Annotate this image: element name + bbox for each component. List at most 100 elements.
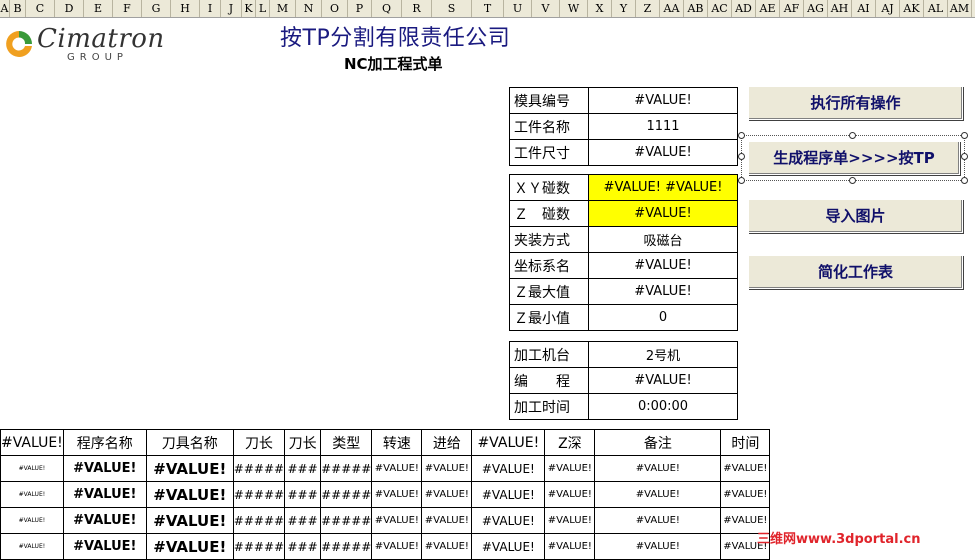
table-cell[interactable]: #VALUE! bbox=[62, 481, 147, 508]
column-letter-f[interactable]: F bbox=[113, 0, 142, 17]
table-cell[interactable]: ### bbox=[284, 481, 322, 508]
column-letter-v[interactable]: V bbox=[532, 0, 560, 17]
info-value[interactable]: 0:00:00 bbox=[588, 393, 738, 420]
table-cell[interactable]: #VALUE! bbox=[371, 507, 423, 534]
table-cell[interactable]: #VALUE! bbox=[720, 481, 771, 508]
column-letter-ac[interactable]: AC bbox=[708, 0, 732, 17]
table-cell[interactable]: #VALUE! bbox=[544, 533, 596, 560]
table-cell[interactable]: ##### bbox=[232, 455, 286, 482]
column-letter-e[interactable]: E bbox=[84, 0, 113, 17]
info-value[interactable]: #VALUE! bbox=[588, 252, 738, 279]
column-letter-c[interactable]: C bbox=[26, 0, 55, 17]
column-letter-ai[interactable]: AI bbox=[852, 0, 876, 17]
resize-handle[interactable] bbox=[738, 132, 745, 139]
column-letter-k[interactable]: K bbox=[242, 0, 256, 17]
column-letter-s[interactable]: S bbox=[432, 0, 472, 17]
column-letter-g[interactable]: G bbox=[142, 0, 171, 17]
column-letter-r[interactable]: R bbox=[402, 0, 432, 17]
table-cell[interactable]: #VALUE! bbox=[145, 507, 234, 534]
table-cell[interactable]: #VALUE! bbox=[145, 481, 234, 508]
table-cell[interactable]: #VALUE! bbox=[544, 455, 596, 482]
column-letter-y[interactable]: Y bbox=[612, 0, 636, 17]
table-cell[interactable]: #VALUE! bbox=[471, 481, 546, 508]
column-letter-u[interactable]: U bbox=[504, 0, 532, 17]
table-cell[interactable]: #VALUE! bbox=[371, 533, 423, 560]
table-cell[interactable]: #VALUE! bbox=[371, 481, 423, 508]
table-cell[interactable]: #VALUE! bbox=[421, 533, 473, 560]
table-cell[interactable]: #VALUE! bbox=[471, 533, 546, 560]
table-cell[interactable]: #VALUE! bbox=[0, 455, 64, 482]
table-cell[interactable]: #VALUE! bbox=[371, 455, 423, 482]
table-cell[interactable]: #VALUE! bbox=[421, 507, 473, 534]
info-value[interactable]: #VALUE! bbox=[588, 87, 738, 114]
table-cell[interactable]: #VALUE! bbox=[471, 455, 546, 482]
table-cell[interactable]: ##### bbox=[320, 455, 373, 482]
column-letter-am[interactable]: AM bbox=[948, 0, 972, 17]
table-cell[interactable]: #VALUE! bbox=[594, 455, 722, 482]
column-letter-q[interactable]: Q bbox=[372, 0, 402, 17]
table-cell[interactable]: #VALUE! bbox=[62, 507, 147, 534]
column-letter-a[interactable]: A bbox=[0, 0, 10, 17]
column-letter-i[interactable]: I bbox=[200, 0, 221, 17]
table-cell[interactable]: #VALUE! bbox=[0, 507, 64, 534]
column-letter-j[interactable]: J bbox=[221, 0, 242, 17]
table-cell[interactable]: ### bbox=[284, 533, 322, 560]
table-cell[interactable]: ##### bbox=[320, 481, 373, 508]
column-letter-x[interactable]: X bbox=[588, 0, 612, 17]
table-cell[interactable]: #VALUE! bbox=[544, 481, 596, 508]
column-letter-o[interactable]: O bbox=[322, 0, 348, 17]
column-letter-ah[interactable]: AH bbox=[828, 0, 852, 17]
table-cell[interactable]: ### bbox=[284, 507, 322, 534]
resize-handle[interactable] bbox=[738, 153, 745, 160]
column-letter-p[interactable]: P bbox=[348, 0, 372, 17]
run-all-button[interactable]: 执行所有操作 bbox=[748, 86, 963, 120]
table-cell[interactable]: ##### bbox=[320, 533, 373, 560]
info-value[interactable]: 2号机 bbox=[588, 341, 738, 368]
column-letter-ae[interactable]: AE bbox=[756, 0, 780, 17]
import-image-button[interactable]: 导入图片 bbox=[748, 199, 963, 233]
column-letter-ak[interactable]: AK bbox=[900, 0, 924, 17]
column-letter-aj[interactable]: AJ bbox=[876, 0, 900, 17]
table-cell[interactable]: #VALUE! bbox=[594, 533, 722, 560]
resize-handle[interactable] bbox=[849, 132, 856, 139]
table-cell[interactable]: ##### bbox=[232, 507, 286, 534]
table-cell[interactable]: #VALUE! bbox=[594, 507, 722, 534]
column-letter-n[interactable]: N bbox=[296, 0, 322, 17]
table-cell[interactable]: #VALUE! bbox=[594, 481, 722, 508]
table-cell[interactable]: #VALUE! bbox=[720, 455, 771, 482]
resize-handle[interactable] bbox=[961, 132, 968, 139]
table-cell[interactable]: #VALUE! bbox=[0, 533, 64, 560]
resize-handle[interactable] bbox=[738, 177, 745, 184]
table-cell[interactable]: ### bbox=[284, 455, 322, 482]
simplify-sheet-button[interactable]: 简化工作表 bbox=[748, 255, 963, 289]
column-letter-al[interactable]: AL bbox=[924, 0, 948, 17]
resize-handle[interactable] bbox=[961, 153, 968, 160]
column-letter-m[interactable]: M bbox=[270, 0, 296, 17]
generate-sheet-tp-button[interactable]: 生成程序单>>>>按TP bbox=[748, 141, 960, 175]
table-cell[interactable]: #VALUE! bbox=[421, 481, 473, 508]
column-letter-l[interactable]: L bbox=[256, 0, 270, 17]
column-letter-h[interactable]: H bbox=[171, 0, 200, 17]
column-letter-t[interactable]: T bbox=[472, 0, 504, 17]
table-cell[interactable]: #VALUE! bbox=[145, 455, 234, 482]
column-letter-ab[interactable]: AB bbox=[684, 0, 708, 17]
table-cell[interactable]: ##### bbox=[232, 481, 286, 508]
table-cell[interactable]: #VALUE! bbox=[544, 507, 596, 534]
info-value[interactable]: #VALUE! #VALUE! bbox=[588, 174, 738, 201]
table-cell[interactable]: #VALUE! bbox=[471, 507, 546, 534]
column-letter-w[interactable]: W bbox=[560, 0, 588, 17]
table-cell[interactable]: #VALUE! bbox=[62, 455, 147, 482]
column-letter-d[interactable]: D bbox=[55, 0, 84, 17]
info-value[interactable]: 0 bbox=[588, 304, 738, 331]
info-value[interactable]: #VALUE! bbox=[588, 367, 738, 394]
column-letter-ad[interactable]: AD bbox=[732, 0, 756, 17]
table-cell[interactable]: ##### bbox=[232, 533, 286, 560]
resize-handle[interactable] bbox=[849, 177, 856, 184]
info-value[interactable]: #VALUE! bbox=[588, 139, 738, 166]
table-cell[interactable]: #VALUE! bbox=[62, 533, 147, 560]
column-letter-af[interactable]: AF bbox=[780, 0, 804, 17]
column-letter-aa[interactable]: AA bbox=[660, 0, 684, 17]
table-cell[interactable]: #VALUE! bbox=[145, 533, 234, 560]
column-letter-ag[interactable]: AG bbox=[804, 0, 828, 17]
column-letter-b[interactable]: B bbox=[10, 0, 26, 17]
